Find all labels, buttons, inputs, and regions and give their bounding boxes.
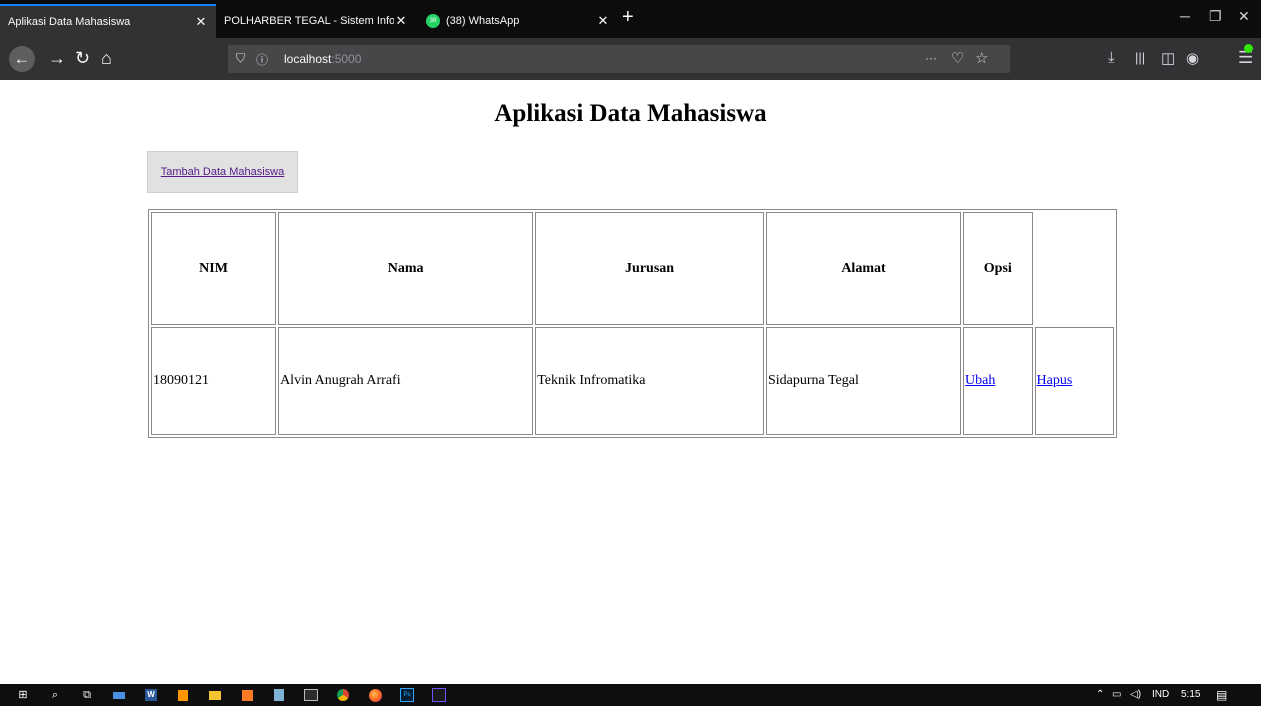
tab-label: Aplikasi Data Mahasiswa: [8, 16, 131, 28]
cell-edit: Ubah: [963, 327, 1033, 435]
windows-start-icon[interactable]: ⊞: [16, 688, 30, 702]
cell-delete: Hapus: [1034, 327, 1114, 435]
tab-label: (38) WhatsApp: [446, 15, 520, 27]
action-center-icon[interactable]: ▤: [1216, 688, 1227, 702]
keyboard-app-icon[interactable]: [112, 688, 126, 702]
url-bar[interactable]: ⛉ ⓘ localhost:5000 ··· ♡ ☆: [228, 45, 1010, 73]
url-text[interactable]: localhost:5000: [284, 52, 361, 66]
tab-polharber-tegal[interactable]: POLHARBER TEGAL - Sistem Inform ✕: [216, 4, 416, 38]
tab-close-icon[interactable]: ✕: [194, 14, 208, 30]
tab-aplikasi-data-mahasiswa[interactable]: Aplikasi Data Mahasiswa ✕: [0, 4, 216, 38]
browser-nav-bar: ← → ↻ ⌂ ⛉ ⓘ localhost:5000 ··· ♡ ☆ ⤓ |||…: [0, 38, 1261, 80]
tab-close-icon[interactable]: ✕: [394, 13, 408, 29]
tab-close-icon[interactable]: ✕: [596, 13, 610, 29]
network-icon[interactable]: ▭: [1112, 689, 1121, 700]
url-port: :5000: [331, 52, 362, 66]
sublime-app-icon[interactable]: [176, 688, 190, 702]
table-row: 18090121 Alvin Anugrah Arrafi Teknik Inf…: [151, 327, 1114, 435]
xampp-app-icon[interactable]: [240, 688, 254, 702]
page-title: Aplikasi Data Mahasiswa: [494, 100, 767, 127]
header-opsi: Opsi: [963, 212, 1033, 325]
browser-tab-bar: Aplikasi Data Mahasiswa ✕ POLHARBER TEGA…: [0, 0, 1261, 38]
forward-arrow-icon[interactable]: →: [48, 48, 66, 68]
volume-icon[interactable]: ◁): [1130, 689, 1141, 700]
library-icon[interactable]: |||: [1135, 50, 1145, 65]
cell-alamat: Sidapurna Tegal: [765, 327, 962, 435]
download-icon[interactable]: ⤓: [1108, 49, 1115, 66]
notepad-app-icon[interactable]: [272, 688, 286, 702]
chrome-app-icon[interactable]: [336, 688, 350, 702]
header-nim: NIM: [151, 212, 277, 325]
reload-icon[interactable]: ↻: [75, 48, 90, 68]
restore-icon[interactable]: ❐: [1209, 8, 1222, 25]
tray-clock[interactable]: 5:15: [1181, 689, 1200, 700]
header-jurusan: Jurusan: [535, 212, 764, 325]
cell-nama: Alvin Anugrah Arrafi: [278, 327, 534, 435]
home-icon[interactable]: ⌂: [101, 48, 112, 68]
word-app-icon[interactable]: W: [144, 688, 158, 702]
firefox-app-icon[interactable]: [368, 688, 382, 702]
table-header-row: NIM Nama Jurusan Alamat Opsi: [151, 212, 1114, 325]
header-empty: [1035, 212, 1114, 325]
search-icon[interactable]: ⌕: [48, 688, 62, 702]
bookmark-star-icon[interactable]: ☆: [975, 49, 988, 67]
pocket-icon[interactable]: ♡: [951, 49, 964, 67]
whatsapp-icon: 38: [426, 14, 440, 28]
sidebar-icon[interactable]: ◫: [1161, 49, 1175, 67]
student-table: NIM Nama Jurusan Alamat Opsi 18090121 Al…: [148, 209, 1117, 438]
tracking-shield-icon[interactable]: ⛉: [236, 51, 245, 66]
new-tab-button[interactable]: +: [622, 6, 634, 29]
account-icon[interactable]: ◉: [1186, 49, 1199, 67]
header-nama: Nama: [278, 212, 534, 325]
url-host: localhost: [284, 52, 332, 66]
cell-jurusan: Teknik Infromatika: [535, 327, 764, 435]
task-view-icon[interactable]: ⧉: [80, 688, 94, 702]
tab-label: POLHARBER TEGAL - Sistem Inform: [224, 15, 394, 27]
add-student-button[interactable]: Tambah Data Mahasiswa: [147, 151, 298, 193]
cell-nim: 18090121: [151, 327, 277, 435]
add-student-link[interactable]: Tambah Data Mahasiswa: [161, 166, 285, 178]
windows-taskbar: ⊞ ⌕ ⧉ W Ps ⌃ ▭ ◁) IND 5:15 ▤: [0, 684, 1261, 706]
back-arrow-icon[interactable]: ←: [9, 46, 35, 72]
tray-expand-icon[interactable]: ⌃: [1096, 689, 1104, 700]
delete-link[interactable]: Hapus: [1037, 373, 1073, 388]
file-explorer-icon[interactable]: [208, 688, 222, 702]
site-info-icon[interactable]: ⓘ: [256, 51, 268, 68]
hamburger-menu-icon[interactable]: ☰: [1238, 44, 1253, 68]
header-alamat: Alamat: [765, 212, 962, 325]
tray-language[interactable]: IND: [1152, 689, 1169, 700]
terminal-app-icon[interactable]: [304, 688, 318, 702]
edit-link[interactable]: Ubah: [965, 373, 995, 388]
photoshop-app-icon[interactable]: Ps: [400, 688, 414, 702]
update-badge-icon: [1244, 44, 1253, 53]
minimize-icon[interactable]: ─: [1180, 8, 1190, 24]
page-actions-icon[interactable]: ···: [925, 51, 937, 65]
tab-whatsapp[interactable]: 38 (38) WhatsApp ✕: [418, 4, 618, 38]
window-close-icon[interactable]: ✕: [1238, 8, 1250, 25]
jetbrains-app-icon[interactable]: [432, 688, 446, 702]
